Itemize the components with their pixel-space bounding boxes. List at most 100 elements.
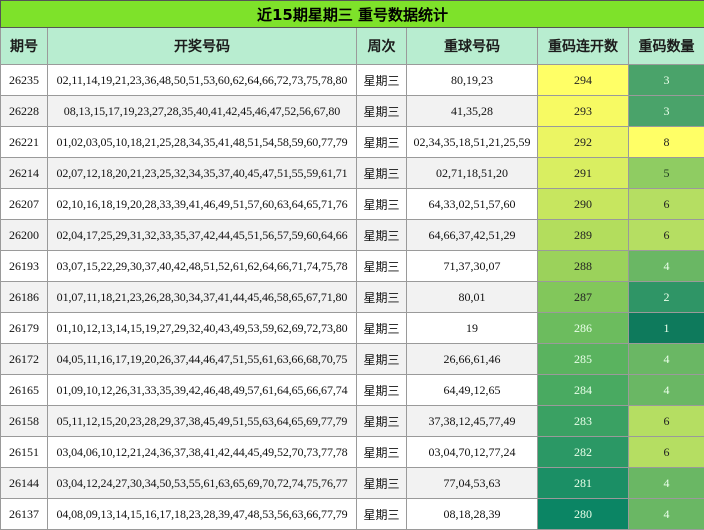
row-draw-numbers: 02,04,17,25,29,31,32,33,35,37,42,44,45,5…: [48, 220, 357, 251]
row-repeat-numbers: 19: [407, 313, 538, 344]
row-period: 26207: [1, 189, 48, 220]
row-period: 26228: [1, 96, 48, 127]
row-weekday: 星期三: [357, 158, 407, 189]
row-draw-numbers: 08,13,15,17,19,23,27,28,35,40,41,42,45,4…: [48, 96, 357, 127]
row-period: 26200: [1, 220, 48, 251]
row-period: 26179: [1, 313, 48, 344]
row-streak: 280: [538, 499, 629, 530]
row-repeat-numbers: 64,49,12,65: [407, 375, 538, 406]
row-draw-numbers: 02,10,16,18,19,20,28,33,39,41,46,49,51,5…: [48, 189, 357, 220]
table-row: 2622808,13,15,17,19,23,27,28,35,40,41,42…: [1, 96, 704, 127]
row-repeat-numbers: 02,71,18,51,20: [407, 158, 538, 189]
row-repeat-numbers: 03,04,70,12,77,24: [407, 437, 538, 468]
row-period: 26186: [1, 282, 48, 313]
row-draw-numbers: 01,09,10,12,26,31,33,35,39,42,46,48,49,5…: [48, 375, 357, 406]
row-period: 26193: [1, 251, 48, 282]
row-period: 26137: [1, 499, 48, 530]
row-weekday: 星期三: [357, 282, 407, 313]
row-period: 26172: [1, 344, 48, 375]
row-streak: 288: [538, 251, 629, 282]
row-streak: 284: [538, 375, 629, 406]
row-period: 26214: [1, 158, 48, 189]
row-weekday: 星期三: [357, 65, 407, 96]
row-streak: 283: [538, 406, 629, 437]
row-period: 26221: [1, 127, 48, 158]
row-repeat-numbers: 08,18,28,39: [407, 499, 538, 530]
row-repeat-count: 1: [629, 313, 704, 344]
row-repeat-count: 4: [629, 468, 704, 499]
row-repeat-numbers: 64,66,37,42,51,29: [407, 220, 538, 251]
row-streak: 282: [538, 437, 629, 468]
row-draw-numbers: 01,07,11,18,21,23,26,28,30,34,37,41,44,4…: [48, 282, 357, 313]
row-period: 26165: [1, 375, 48, 406]
row-repeat-numbers: 71,37,30,07: [407, 251, 538, 282]
header-count: 重码数量: [629, 28, 704, 65]
row-streak: 294: [538, 65, 629, 96]
table-row: 2620002,04,17,25,29,31,32,33,35,37,42,44…: [1, 220, 704, 251]
table-row: 2622101,02,03,05,10,18,21,25,28,34,35,41…: [1, 127, 704, 158]
row-repeat-numbers: 41,35,28: [407, 96, 538, 127]
table-row: 2618601,07,11,18,21,23,26,28,30,34,37,41…: [1, 282, 704, 313]
row-weekday: 星期三: [357, 406, 407, 437]
row-streak: 285: [538, 344, 629, 375]
table-row: 2614403,04,12,24,27,30,34,50,53,55,61,63…: [1, 468, 704, 499]
row-period: 26151: [1, 437, 48, 468]
row-repeat-count: 2: [629, 282, 704, 313]
table-row: 2615805,11,12,15,20,23,28,29,37,38,45,49…: [1, 406, 704, 437]
row-repeat-count: 4: [629, 251, 704, 282]
row-repeat-count: 3: [629, 65, 704, 96]
row-repeat-numbers: 80,19,23: [407, 65, 538, 96]
row-repeat-count: 6: [629, 189, 704, 220]
table-row: 2616501,09,10,12,26,31,33,35,39,42,46,48…: [1, 375, 704, 406]
row-weekday: 星期三: [357, 375, 407, 406]
table-title: 近15期星期三 重号数据统计: [1, 1, 704, 28]
row-streak: 289: [538, 220, 629, 251]
row-streak: 291: [538, 158, 629, 189]
row-weekday: 星期三: [357, 344, 407, 375]
header-weekday: 周次: [357, 28, 407, 65]
row-repeat-count: 8: [629, 127, 704, 158]
table-row: 2617901,10,12,13,14,15,19,27,29,32,40,43…: [1, 313, 704, 344]
table-row: 2613704,08,09,13,14,15,16,17,18,23,28,39…: [1, 499, 704, 530]
row-draw-numbers: 03,07,15,22,29,30,37,40,42,48,51,52,61,6…: [48, 251, 357, 282]
row-draw-numbers: 01,02,03,05,10,18,21,25,28,34,35,41,48,5…: [48, 127, 357, 158]
row-period: 26158: [1, 406, 48, 437]
header-numbers: 开奖号码: [48, 28, 357, 65]
row-repeat-numbers: 26,66,61,46: [407, 344, 538, 375]
row-repeat-count: 5: [629, 158, 704, 189]
row-weekday: 星期三: [357, 468, 407, 499]
header-streak: 重码连开数: [538, 28, 629, 65]
header-period: 期号: [1, 28, 48, 65]
table-row: 2617204,05,11,16,17,19,20,26,37,44,46,47…: [1, 344, 704, 375]
row-repeat-numbers: 80,01: [407, 282, 538, 313]
row-draw-numbers: 02,07,12,18,20,21,23,25,32,34,35,37,40,4…: [48, 158, 357, 189]
row-period: 26144: [1, 468, 48, 499]
row-draw-numbers: 03,04,12,24,27,30,34,50,53,55,61,63,65,6…: [48, 468, 357, 499]
row-weekday: 星期三: [357, 96, 407, 127]
row-streak: 292: [538, 127, 629, 158]
table-row: 2621402,07,12,18,20,21,23,25,32,34,35,37…: [1, 158, 704, 189]
table-row: 2620702,10,16,18,19,20,28,33,39,41,46,49…: [1, 189, 704, 220]
row-draw-numbers: 05,11,12,15,20,23,28,29,37,38,45,49,51,5…: [48, 406, 357, 437]
row-repeat-count: 6: [629, 406, 704, 437]
row-weekday: 星期三: [357, 313, 407, 344]
row-repeat-count: 6: [629, 437, 704, 468]
row-streak: 286: [538, 313, 629, 344]
row-streak: 290: [538, 189, 629, 220]
row-repeat-count: 3: [629, 96, 704, 127]
row-streak: 281: [538, 468, 629, 499]
table-body: 2623502,11,14,19,21,23,36,48,50,51,53,60…: [1, 65, 704, 530]
row-draw-numbers: 01,10,12,13,14,15,19,27,29,32,40,43,49,5…: [48, 313, 357, 344]
row-repeat-numbers: 64,33,02,51,57,60: [407, 189, 538, 220]
row-repeat-count: 4: [629, 375, 704, 406]
table-row: 2623502,11,14,19,21,23,36,48,50,51,53,60…: [1, 65, 704, 96]
header-repeat-numbers: 重球号码: [407, 28, 538, 65]
row-draw-numbers: 04,05,11,16,17,19,20,26,37,44,46,47,51,5…: [48, 344, 357, 375]
repeat-stats-table: 近15期星期三 重号数据统计 期号 开奖号码 周次 重球号码 重码连开数 重码数…: [0, 0, 704, 530]
row-draw-numbers: 02,11,14,19,21,23,36,48,50,51,53,60,62,6…: [48, 65, 357, 96]
header-row: 期号 开奖号码 周次 重球号码 重码连开数 重码数量: [1, 28, 704, 65]
row-repeat-count: 4: [629, 499, 704, 530]
row-weekday: 星期三: [357, 499, 407, 530]
table-row: 2615103,04,06,10,12,21,24,36,37,38,41,42…: [1, 437, 704, 468]
row-repeat-count: 4: [629, 344, 704, 375]
